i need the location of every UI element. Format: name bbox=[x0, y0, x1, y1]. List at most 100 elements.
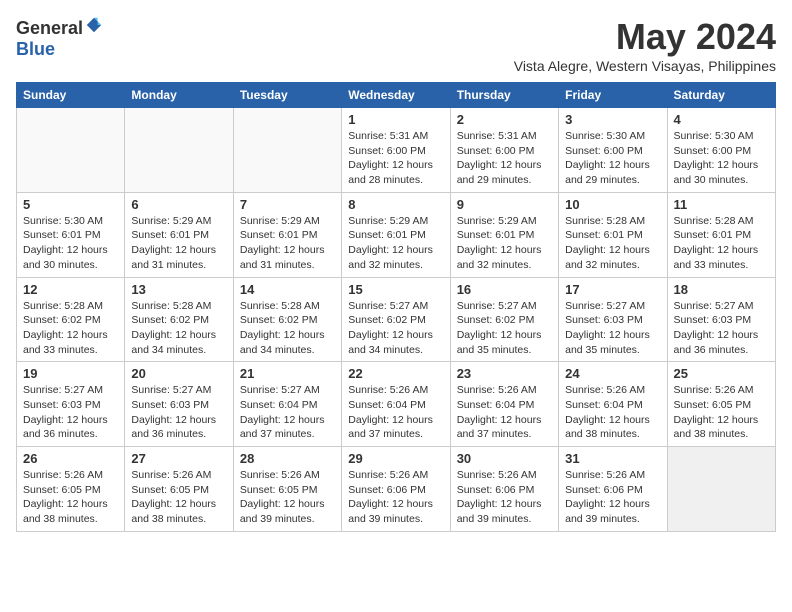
calendar-cell: 13 Sunrise: 5:28 AMSunset: 6:02 PMDayligh… bbox=[125, 277, 233, 362]
day-info: Sunrise: 5:26 AMSunset: 6:06 PMDaylight:… bbox=[348, 468, 443, 527]
day-info: Sunrise: 5:29 AMSunset: 6:01 PMDaylight:… bbox=[457, 214, 552, 273]
day-number: 2 bbox=[457, 112, 552, 127]
calendar-cell: 19 Sunrise: 5:27 AMSunset: 6:03 PMDayligh… bbox=[17, 362, 125, 447]
calendar-cell: 14 Sunrise: 5:28 AMSunset: 6:02 PMDayligh… bbox=[233, 277, 341, 362]
weekday-header-monday: Monday bbox=[125, 83, 233, 108]
day-info: Sunrise: 5:27 AMSunset: 6:03 PMDaylight:… bbox=[674, 299, 769, 358]
calendar-cell: 24Sunrise: 5:26 AMSunset: 6:04 PMDayligh… bbox=[559, 362, 667, 447]
day-number: 27 bbox=[131, 451, 226, 466]
day-number: 26 bbox=[23, 451, 118, 466]
calendar-week-row: 26 Sunrise: 5:26 AMSunset: 6:05 PMDayligh… bbox=[17, 447, 776, 532]
header: General Blue May 2024 Vista Alegre, West… bbox=[16, 16, 776, 74]
calendar-cell: 9Sunrise: 5:29 AMSunset: 6:01 PMDaylight… bbox=[450, 192, 558, 277]
day-number: 14 bbox=[240, 282, 335, 297]
day-info: Sunrise: 5:27 AMSunset: 6:03 PMDaylight:… bbox=[23, 383, 118, 442]
day-number: 23 bbox=[457, 366, 552, 381]
calendar-cell: 4Sunrise: 5:30 AMSunset: 6:00 PMDaylight… bbox=[667, 108, 775, 193]
day-number: 11 bbox=[674, 197, 769, 212]
logo: General Blue bbox=[16, 16, 103, 60]
day-number: 28 bbox=[240, 451, 335, 466]
day-info: Sunrise: 5:26 AMSunset: 6:06 PMDaylight:… bbox=[565, 468, 660, 527]
day-info: Sunrise: 5:28 AMSunset: 6:02 PMDaylight:… bbox=[131, 299, 226, 358]
day-info: Sunrise: 5:27 AMSunset: 6:02 PMDaylight:… bbox=[457, 299, 552, 358]
logo-general: General bbox=[16, 18, 83, 38]
calendar-cell: 15 Sunrise: 5:27 AMSunset: 6:02 PMDayligh… bbox=[342, 277, 450, 362]
day-info: Sunrise: 5:31 AMSunset: 6:00 PMDaylight:… bbox=[348, 129, 443, 188]
day-number: 21 bbox=[240, 366, 335, 381]
day-number: 31 bbox=[565, 451, 660, 466]
day-number: 30 bbox=[457, 451, 552, 466]
day-number: 7 bbox=[240, 197, 335, 212]
calendar-cell: 22 Sunrise: 5:26 AMSunset: 6:04 PMDayligh… bbox=[342, 362, 450, 447]
day-info: Sunrise: 5:26 AMSunset: 6:04 PMDaylight:… bbox=[565, 383, 660, 442]
day-info: Sunrise: 5:28 AMSunset: 6:01 PMDaylight:… bbox=[565, 214, 660, 273]
calendar-week-row: 12 Sunrise: 5:28 AMSunset: 6:02 PMDayligh… bbox=[17, 277, 776, 362]
weekday-header-saturday: Saturday bbox=[667, 83, 775, 108]
day-info: Sunrise: 5:28 AMSunset: 6:02 PMDaylight:… bbox=[240, 299, 335, 358]
day-number: 3 bbox=[565, 112, 660, 127]
calendar-cell: 29 Sunrise: 5:26 AMSunset: 6:06 PMDayligh… bbox=[342, 447, 450, 532]
calendar-cell: 3 Sunrise: 5:30 AMSunset: 6:00 PMDaylight… bbox=[559, 108, 667, 193]
weekday-header-thursday: Thursday bbox=[450, 83, 558, 108]
calendar-cell: 6Sunrise: 5:29 AMSunset: 6:01 PMDaylight… bbox=[125, 192, 233, 277]
day-number: 16 bbox=[457, 282, 552, 297]
calendar-cell: 30Sunrise: 5:26 AMSunset: 6:06 PMDayligh… bbox=[450, 447, 558, 532]
day-info: Sunrise: 5:30 AMSunset: 6:01 PMDaylight:… bbox=[23, 214, 118, 273]
calendar-cell: 26 Sunrise: 5:26 AMSunset: 6:05 PMDayligh… bbox=[17, 447, 125, 532]
calendar-cell: 11 Sunrise: 5:28 AMSunset: 6:01 PMDayligh… bbox=[667, 192, 775, 277]
day-info: Sunrise: 5:26 AMSunset: 6:05 PMDaylight:… bbox=[240, 468, 335, 527]
day-info: Sunrise: 5:28 AMSunset: 6:01 PMDaylight:… bbox=[674, 214, 769, 273]
day-info: Sunrise: 5:30 AMSunset: 6:00 PMDaylight:… bbox=[565, 129, 660, 188]
day-info: Sunrise: 5:26 AMSunset: 6:05 PMDaylight:… bbox=[674, 383, 769, 442]
calendar-cell bbox=[233, 108, 341, 193]
day-number: 22 bbox=[348, 366, 443, 381]
calendar-cell: 17Sunrise: 5:27 AMSunset: 6:03 PMDayligh… bbox=[559, 277, 667, 362]
calendar-cell: 27Sunrise: 5:26 AMSunset: 6:05 PMDayligh… bbox=[125, 447, 233, 532]
calendar-week-row: 5 Sunrise: 5:30 AMSunset: 6:01 PMDaylight… bbox=[17, 192, 776, 277]
day-number: 15 bbox=[348, 282, 443, 297]
calendar-cell: 21 Sunrise: 5:27 AMSunset: 6:04 PMDayligh… bbox=[233, 362, 341, 447]
calendar-cell: 12Sunrise: 5:28 AMSunset: 6:02 PMDayligh… bbox=[17, 277, 125, 362]
day-number: 19 bbox=[23, 366, 118, 381]
day-info: Sunrise: 5:27 AMSunset: 6:02 PMDaylight:… bbox=[348, 299, 443, 358]
day-number: 13 bbox=[131, 282, 226, 297]
calendar-cell: 5 Sunrise: 5:30 AMSunset: 6:01 PMDaylight… bbox=[17, 192, 125, 277]
day-info: Sunrise: 5:27 AMSunset: 6:03 PMDaylight:… bbox=[565, 299, 660, 358]
calendar-cell: 1Sunrise: 5:31 AMSunset: 6:00 PMDaylight… bbox=[342, 108, 450, 193]
calendar-cell bbox=[667, 447, 775, 532]
day-info: Sunrise: 5:26 AMSunset: 6:05 PMDaylight:… bbox=[23, 468, 118, 527]
calendar-week-row: 19 Sunrise: 5:27 AMSunset: 6:03 PMDayligh… bbox=[17, 362, 776, 447]
day-number: 29 bbox=[348, 451, 443, 466]
calendar-cell: 20 Sunrise: 5:27 AMSunset: 6:03 PMDayligh… bbox=[125, 362, 233, 447]
calendar-cell: 16 Sunrise: 5:27 AMSunset: 6:02 PMDayligh… bbox=[450, 277, 558, 362]
calendar-cell: 10 Sunrise: 5:28 AMSunset: 6:01 PMDayligh… bbox=[559, 192, 667, 277]
day-number: 10 bbox=[565, 197, 660, 212]
day-info: Sunrise: 5:27 AMSunset: 6:04 PMDaylight:… bbox=[240, 383, 335, 442]
calendar-cell: 28 Sunrise: 5:26 AMSunset: 6:05 PMDayligh… bbox=[233, 447, 341, 532]
day-info: Sunrise: 5:26 AMSunset: 6:04 PMDaylight:… bbox=[457, 383, 552, 442]
day-info: Sunrise: 5:31 AMSunset: 6:00 PMDaylight:… bbox=[457, 129, 552, 188]
calendar-cell: 8Sunrise: 5:29 AMSunset: 6:01 PMDaylight… bbox=[342, 192, 450, 277]
day-number: 6 bbox=[131, 197, 226, 212]
calendar-cell: 7Sunrise: 5:29 AMSunset: 6:01 PMDaylight… bbox=[233, 192, 341, 277]
weekday-header-sunday: Sunday bbox=[17, 83, 125, 108]
month-title: May 2024 bbox=[514, 16, 776, 58]
day-number: 5 bbox=[23, 197, 118, 212]
calendar-cell: 23 Sunrise: 5:26 AMSunset: 6:04 PMDayligh… bbox=[450, 362, 558, 447]
calendar-table: SundayMondayTuesdayWednesdayThursdayFrid… bbox=[16, 82, 776, 532]
weekday-header-row: SundayMondayTuesdayWednesdayThursdayFrid… bbox=[17, 83, 776, 108]
day-number: 20 bbox=[131, 366, 226, 381]
day-number: 8 bbox=[348, 197, 443, 212]
calendar-cell: 2 Sunrise: 5:31 AMSunset: 6:00 PMDaylight… bbox=[450, 108, 558, 193]
day-info: Sunrise: 5:26 AMSunset: 6:04 PMDaylight:… bbox=[348, 383, 443, 442]
title-area: May 2024 Vista Alegre, Western Visayas, … bbox=[514, 16, 776, 74]
calendar-cell bbox=[17, 108, 125, 193]
calendar-week-row: 1Sunrise: 5:31 AMSunset: 6:00 PMDaylight… bbox=[17, 108, 776, 193]
day-number: 18 bbox=[674, 282, 769, 297]
day-info: Sunrise: 5:30 AMSunset: 6:00 PMDaylight:… bbox=[674, 129, 769, 188]
day-info: Sunrise: 5:27 AMSunset: 6:03 PMDaylight:… bbox=[131, 383, 226, 442]
day-number: 12 bbox=[23, 282, 118, 297]
logo-blue: Blue bbox=[16, 39, 55, 59]
calendar-cell: 31 Sunrise: 5:26 AMSunset: 6:06 PMDayligh… bbox=[559, 447, 667, 532]
logo-icon bbox=[85, 16, 103, 34]
